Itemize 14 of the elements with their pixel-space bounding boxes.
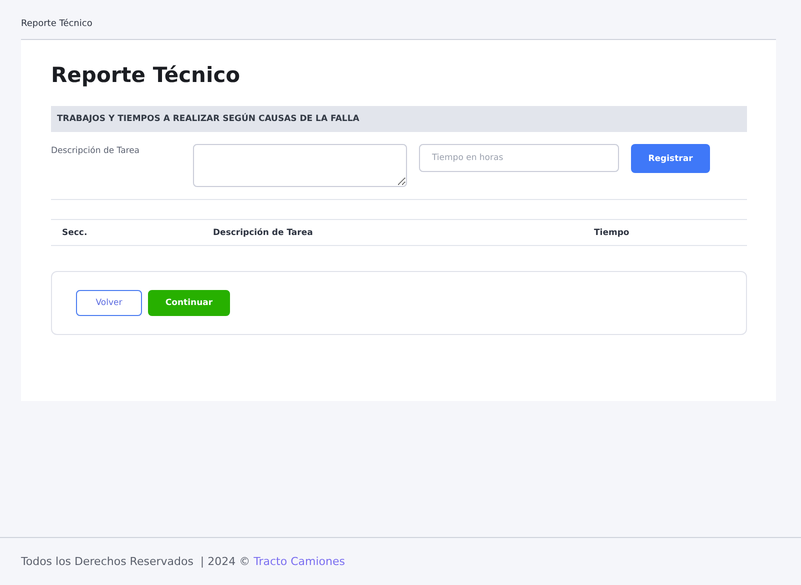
page-title: Reporte Técnico <box>51 62 242 89</box>
hours-field[interactable]: Tiempo en horas <box>419 144 619 172</box>
column-header: Descripción de Tarea <box>212 228 314 238</box>
footer-text: Todos los Derechos Reservados | 2024 © Tracto Camiones <box>21 555 345 568</box>
column-header: Tiempo <box>593 228 630 238</box>
breadcrumb: Reporte Técnico <box>21 19 92 29</box>
footer-link[interactable]: Tracto Camiones <box>254 555 345 568</box>
continue-button[interactable]: Continuar <box>148 290 230 316</box>
column-header: Secc. <box>61 228 88 238</box>
back-button[interactable]: Volver <box>76 290 142 316</box>
field-label: Descripción de Tarea <box>51 145 141 156</box>
description-field[interactable] <box>193 144 407 187</box>
section-header: TRABAJOS Y TIEMPOS A REALIZAR SEGÚN CAUSAS DE LA FALLA <box>51 106 747 132</box>
register-button[interactable]: Registrar <box>631 144 710 173</box>
